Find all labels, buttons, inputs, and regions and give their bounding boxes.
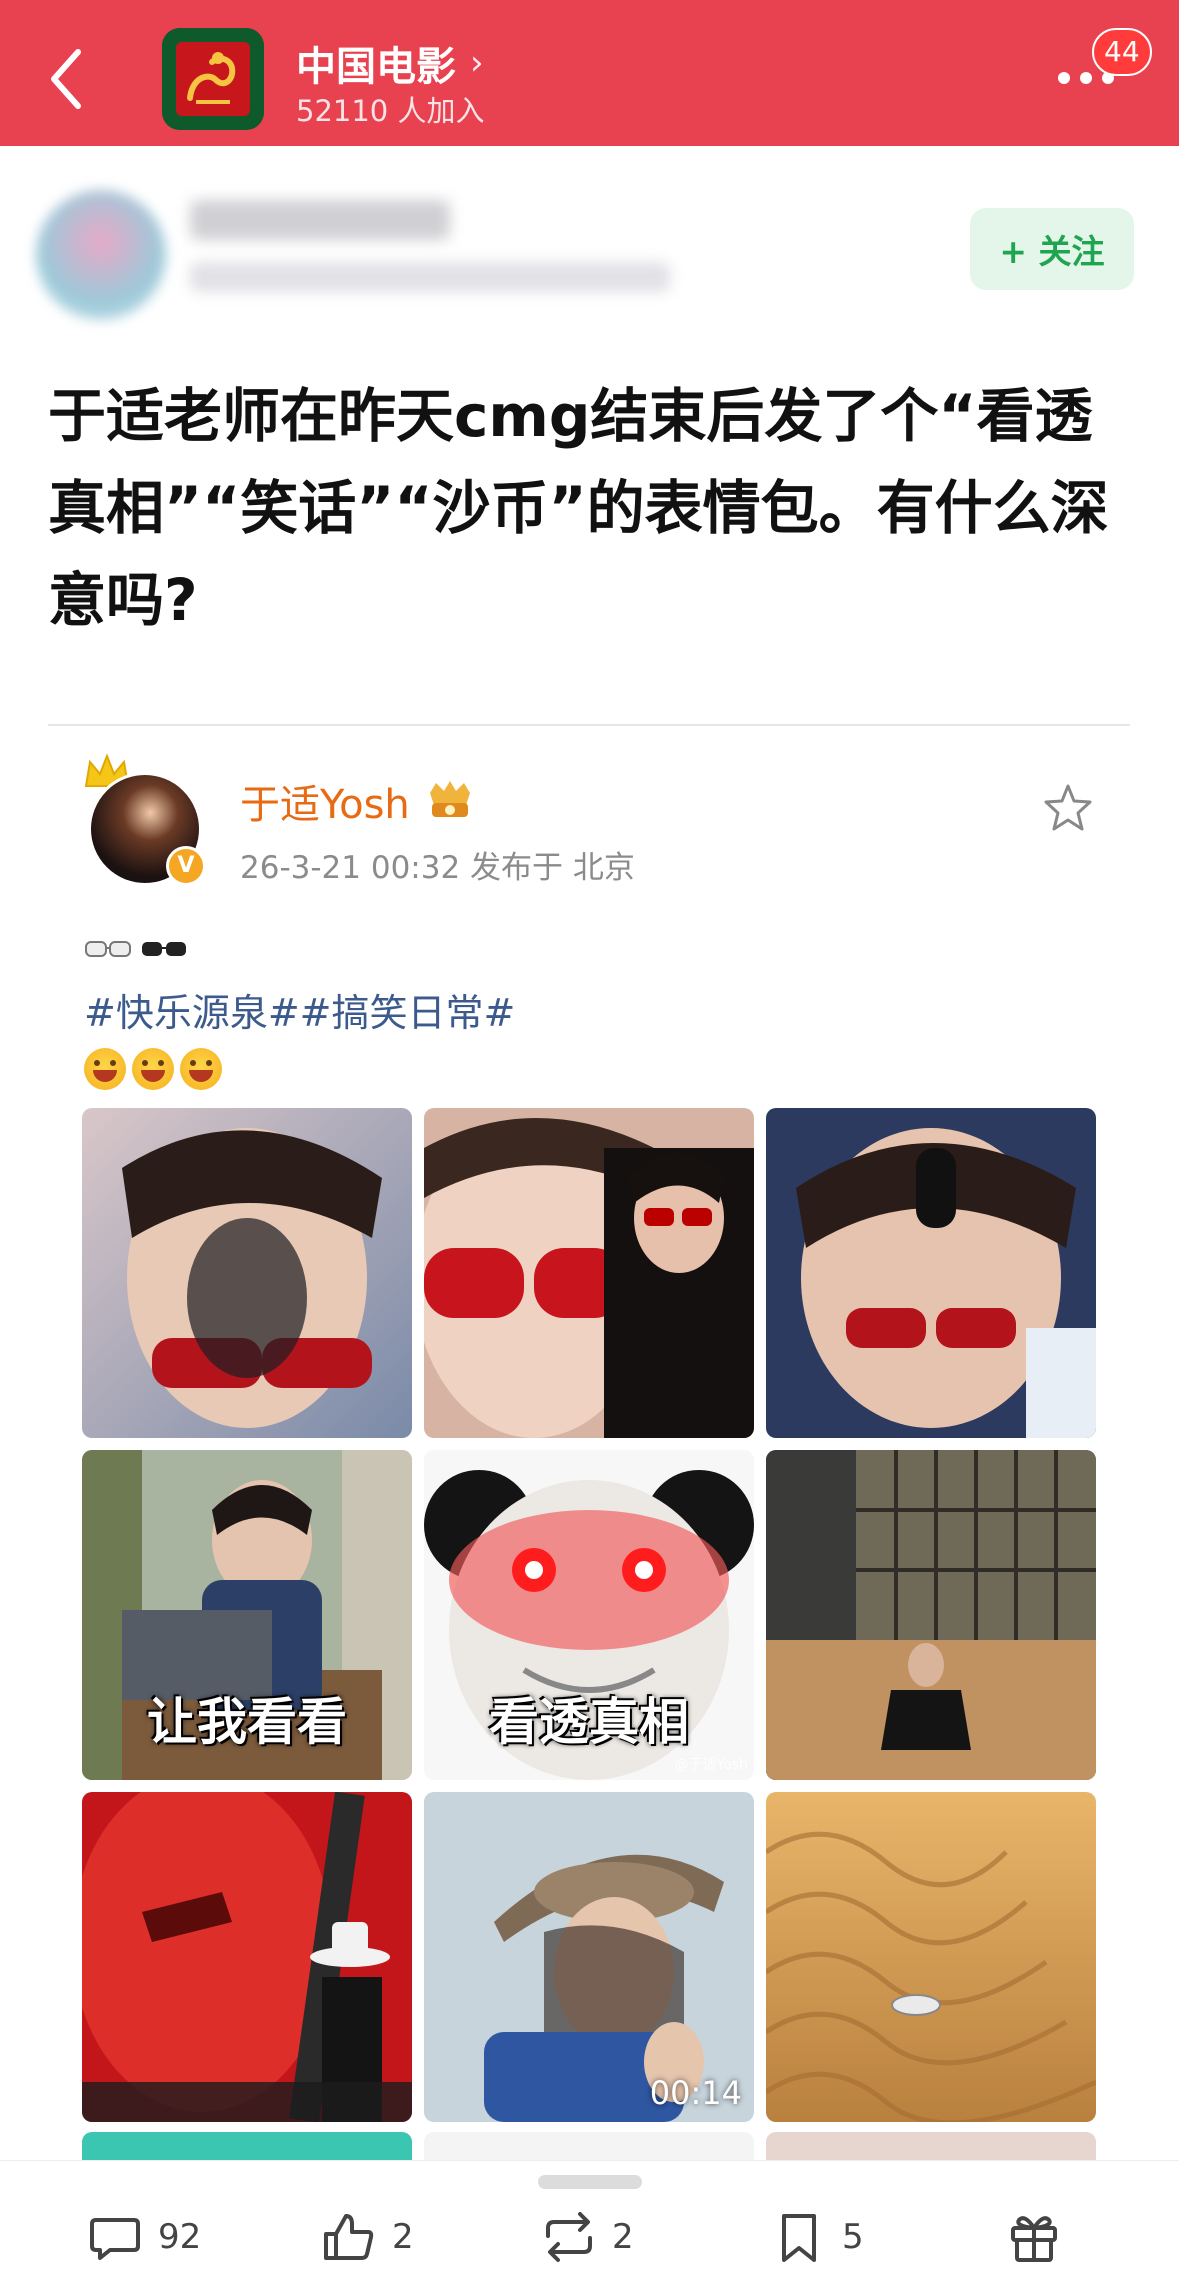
comment-count: 92 — [158, 2217, 202, 2257]
divider — [48, 724, 1130, 726]
gift-icon — [1011, 2216, 1057, 2262]
author-avatar[interactable] — [36, 190, 166, 320]
member-count: 52110 人加入 — [296, 94, 485, 128]
like-icon — [324, 2214, 374, 2260]
notification-badge: 44 — [1092, 28, 1152, 76]
image-tile-7[interactable] — [82, 1792, 412, 2122]
sunglasses-emoji-icon — [84, 936, 194, 962]
image-watermark: @于适Yosh — [674, 1757, 748, 1773]
laughing-emoji-icon — [84, 1048, 126, 1090]
image-tile-8[interactable]: 00:14 — [424, 1792, 754, 2122]
laughing-emoji-icon — [132, 1048, 174, 1090]
chevron-right-icon: › — [470, 43, 484, 83]
back-arrow-icon[interactable] — [40, 44, 100, 114]
comment-icon — [90, 2218, 140, 2260]
repost-button[interactable]: 2 — [540, 2207, 634, 2267]
repost-icon — [546, 2212, 592, 2262]
laughing-emojis — [84, 1048, 222, 1090]
image-tile-9[interactable] — [766, 1792, 1096, 2122]
laughing-emoji-icon — [180, 1048, 222, 1090]
image-caption: 看透真相 — [489, 1693, 689, 1751]
image-caption: 让我看看 — [147, 1693, 347, 1751]
bookmark-icon — [782, 2214, 816, 2262]
drag-handle[interactable] — [538, 2175, 642, 2189]
repost-count: 2 — [612, 2217, 634, 2257]
image-tile-12[interactable] — [766, 2132, 1096, 2162]
group-name-text: 中国电影 — [296, 44, 456, 90]
gift-button[interactable] — [1005, 2207, 1063, 2267]
author-meta-blurred — [190, 262, 670, 292]
post-title: 于适老师在昨天cmg结束后发了个“看透真相”“笑话”“沙币”的表情包。有什么深意… — [48, 382, 1109, 634]
image-grid-next-row — [82, 2132, 1096, 2162]
comment-button[interactable]: 92 — [86, 2207, 201, 2267]
weibo-author-name: 于适Yosh — [240, 782, 410, 828]
weibo-meta: 26-3-21 00:32 发布于 北京 — [240, 850, 635, 886]
group-name[interactable]: 中国电影 › — [296, 34, 484, 92]
page: 中国电影 › 52110 人加入 44 + 关注 于适老师在昨天cmg结束后发了… — [0, 0, 1179, 2287]
image-tile-3[interactable] — [766, 1108, 1096, 1438]
image-tile-10[interactable] — [82, 2132, 412, 2162]
image-tile-2[interactable] — [424, 1108, 754, 1438]
star-icon[interactable] — [1042, 782, 1094, 834]
verified-badge-icon: V — [166, 846, 206, 886]
bottom-action-bar: 92 2 2 5 — [0, 2160, 1179, 2287]
weibo-author[interactable]: 于适Yosh — [240, 772, 478, 830]
post-author-row: + 关注 — [0, 170, 1179, 330]
favorite-button[interactable]: 5 — [770, 2207, 864, 2267]
like-count: 2 — [392, 2217, 414, 2257]
hashtags[interactable]: #快乐源泉##搞笑日常# — [84, 982, 515, 1037]
top-bar: 中国电影 › 52110 人加入 44 — [0, 0, 1179, 146]
like-button[interactable]: 2 — [320, 2207, 414, 2267]
image-grid: 让我看看 看透真相 @于适Yosh 00:14 — [82, 1108, 1096, 2122]
image-tile-5[interactable]: 看透真相 @于适Yosh — [424, 1450, 754, 1780]
image-tile-6[interactable] — [766, 1450, 1096, 1780]
image-tile-11[interactable] — [424, 2132, 754, 2162]
group-logo[interactable] — [162, 28, 264, 130]
favorite-count: 5 — [842, 2217, 864, 2257]
video-duration: 00:14 — [649, 2074, 742, 2112]
author-name-blurred[interactable] — [190, 200, 450, 240]
weibo-author-avatar[interactable]: V — [82, 752, 212, 886]
image-tile-4[interactable]: 让我看看 — [82, 1450, 412, 1780]
follow-button[interactable]: + 关注 — [970, 208, 1134, 290]
image-tile-1[interactable] — [82, 1108, 412, 1438]
vip-medal-icon — [429, 781, 470, 817]
